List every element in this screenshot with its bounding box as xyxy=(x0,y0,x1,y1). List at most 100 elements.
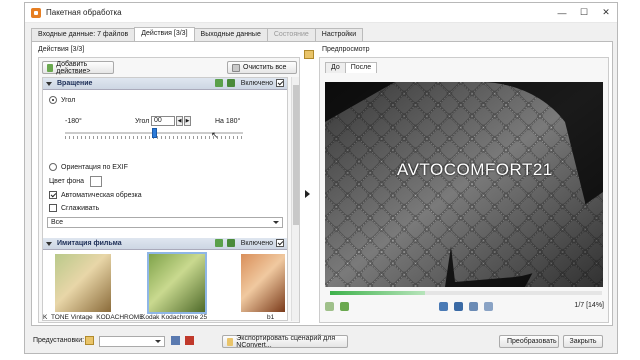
auto-crop-checkbox[interactable] xyxy=(49,191,57,199)
smooth-row[interactable]: Сглаживать xyxy=(49,204,99,212)
bg-color-swatch[interactable] xyxy=(90,176,103,187)
angle-field-label: Угол xyxy=(135,118,150,125)
scrollbar-thumb[interactable] xyxy=(293,85,299,225)
film-enabled-checkbox[interactable] xyxy=(276,239,284,247)
progress-fill xyxy=(330,291,426,295)
tab-after[interactable]: После xyxy=(344,62,378,73)
minimize-button[interactable]: — xyxy=(551,3,573,23)
add-action-button[interactable]: Добавить действие> xyxy=(42,60,114,75)
zoom-reset-icon[interactable] xyxy=(469,301,478,311)
auto-crop-row[interactable]: Автоматическая обрезка xyxy=(49,191,142,199)
nav-back-icon[interactable] xyxy=(325,301,334,311)
smooth-label: Сглаживать xyxy=(61,204,100,212)
actions-panel: Добавить действие> Очистить все Вращение… xyxy=(38,57,300,323)
preview-section-label: Предпросмотр xyxy=(322,46,370,53)
close-dialog-button[interactable]: Закрыть xyxy=(563,335,603,348)
clear-icon xyxy=(232,63,240,72)
collapse-icon[interactable] xyxy=(46,81,52,86)
film-preset[interactable]: b1 xyxy=(239,254,287,321)
main-tabs: Входные данные: 7 файлов Действия [3/3] … xyxy=(31,27,364,41)
tab-input[interactable]: Входные данные: 7 файлов xyxy=(31,28,136,41)
exif-radio[interactable] xyxy=(49,163,57,171)
nav-forward-icon[interactable] xyxy=(340,301,349,311)
expand-arrow-icon[interactable] xyxy=(305,190,310,198)
watermark-text: AVTOCOMFORT21 xyxy=(397,160,553,179)
preview-panel: До После AVTOCOMFORT21 1/7 [14%] xyxy=(319,57,609,323)
convert-label: Преобразовать xyxy=(507,338,557,345)
export-script-button[interactable]: Экспортировать сценарий для NConvert... xyxy=(222,334,348,349)
chevron-down-icon xyxy=(155,340,161,343)
smooth-checkbox[interactable] xyxy=(49,204,57,212)
preset-thumbnail xyxy=(55,254,111,312)
rotation-title: Вращение xyxy=(57,80,93,87)
move-down-icon[interactable] xyxy=(226,79,235,87)
tab-status[interactable]: Состояние xyxy=(266,28,316,41)
close-button[interactable]: ✕ xyxy=(595,3,617,23)
fit-icon[interactable] xyxy=(454,301,463,311)
actions-scrollbar[interactable] xyxy=(291,77,299,321)
batch-window: Пакетная обработка — ☐ ✕ Входные данные:… xyxy=(24,2,618,354)
preset-thumbnail xyxy=(241,254,285,312)
move-up-icon[interactable] xyxy=(214,239,223,247)
angle-radio-row[interactable]: Угол xyxy=(49,96,75,104)
presets-label: Предустановки: xyxy=(33,337,85,344)
preview-image[interactable]: AVTOCOMFORT21 xyxy=(325,82,603,287)
title-bar[interactable]: Пакетная обработка — ☐ ✕ xyxy=(25,3,617,23)
film-header[interactable]: Имитация фильма Включено xyxy=(43,238,287,250)
rotation-enabled-label: Включено xyxy=(240,79,273,87)
processing-progress xyxy=(330,291,602,295)
angle-slider-thumb[interactable] xyxy=(151,128,157,138)
tab-settings[interactable]: Настройки xyxy=(314,28,364,41)
scope-select[interactable]: Все xyxy=(47,217,283,228)
exif-radio-label: Ориентация по EXIF xyxy=(61,163,128,171)
preset-caption: b1 xyxy=(267,314,275,321)
chevron-down-icon xyxy=(273,221,279,224)
preview-tabs: До После xyxy=(325,62,378,73)
folder-icon[interactable] xyxy=(85,336,94,345)
tab-actions[interactable]: Действия [3/3] xyxy=(134,27,195,41)
angle-input[interactable]: 00 xyxy=(151,116,175,126)
film-preset[interactable]: K_TONE Vintage_KODACHROME xyxy=(43,254,144,320)
export-script-label: Экспортировать сценарий для NConvert... xyxy=(236,334,336,349)
preset-caption: Kodak Kodachrome 25 xyxy=(141,314,208,321)
actions-tab-pane: Действия [3/3] Добавить действие> Очисти… xyxy=(31,41,613,326)
film-enabled-label: Включено xyxy=(240,239,273,247)
clear-all-button[interactable]: Очистить все xyxy=(227,61,297,74)
actions-list[interactable]: Вращение Включено Угол -180° Угол 00 ◀ ▶… xyxy=(42,77,288,321)
preview-photo xyxy=(325,82,603,287)
save-icon[interactable] xyxy=(171,336,180,345)
rotation-header[interactable]: Вращение Включено xyxy=(43,78,287,90)
add-action-label: Добавить действие> xyxy=(56,60,91,75)
tab-output[interactable]: Выходные данные xyxy=(193,28,268,41)
add-action-icon xyxy=(47,63,54,72)
angle-radio[interactable] xyxy=(49,96,57,104)
delete-icon[interactable] xyxy=(185,336,194,345)
convert-button[interactable]: Преобразовать xyxy=(499,335,559,348)
move-down-icon[interactable] xyxy=(226,239,235,247)
angle-spin-down[interactable]: ◀ xyxy=(176,116,183,126)
image-counter: 1/7 [14%] xyxy=(574,302,604,309)
angle-slider-group: -180° Угол 00 ◀ ▶ На 180° ↖ xyxy=(65,116,243,158)
zoom-out-icon[interactable] xyxy=(484,301,493,311)
app-icon xyxy=(31,7,41,18)
preview-toolbar xyxy=(325,300,605,312)
tab-before[interactable]: До xyxy=(325,62,346,73)
exif-radio-row[interactable]: Ориентация по EXIF xyxy=(49,163,128,171)
film-title: Имитация фильма xyxy=(57,240,122,247)
presets-select[interactable] xyxy=(99,336,165,347)
angle-spin-up[interactable]: ▶ xyxy=(184,116,191,126)
move-up-icon[interactable] xyxy=(214,79,223,87)
collapse-icon[interactable] xyxy=(46,241,52,246)
clear-all-label: Очистить все xyxy=(243,64,287,71)
preset-caption: K_TONE Vintage_KODACHROME xyxy=(43,314,144,321)
maximize-button[interactable]: ☐ xyxy=(573,3,595,23)
image-sidebar-icon[interactable] xyxy=(304,50,314,59)
bg-color-row: Цвет фона xyxy=(49,176,103,187)
angle-min-label: -180° xyxy=(65,118,82,125)
window-title: Пакетная обработка xyxy=(46,8,122,17)
angle-max-label: На 180° xyxy=(215,118,241,125)
rotation-enabled-checkbox[interactable] xyxy=(276,79,284,87)
film-preset[interactable]: Kodak Kodachrome 25 xyxy=(141,252,235,321)
actions-section-label: Действия [3/3] xyxy=(38,46,85,53)
zoom-in-icon[interactable] xyxy=(439,301,448,311)
